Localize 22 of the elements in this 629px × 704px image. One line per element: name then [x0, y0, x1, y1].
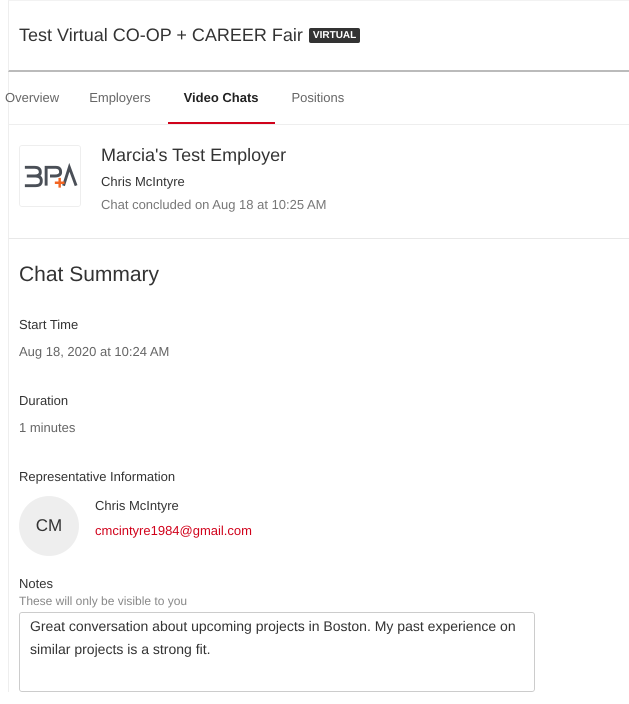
avatar: CM [19, 496, 79, 556]
event-title: Test Virtual CO-OP + CAREER Fair [19, 25, 303, 46]
employer-logo [19, 145, 81, 207]
chat-status: Chat concluded on Aug 18 at 10:25 AM [101, 197, 327, 212]
virtual-badge: VIRTUAL [308, 28, 360, 43]
field-label: Duration [19, 393, 70, 408]
field-label: Representative Information [19, 469, 176, 484]
tab[interactable]: Employers [76, 72, 164, 124]
email-link[interactable]: cmcintyre1984@gmail.com [95, 523, 252, 538]
field-label: Start Time [19, 317, 80, 332]
notes-field[interactable]: Great conversation about upcoming projects in Boston. My past experience on similar projects is a strong fit. [19, 612, 535, 692]
section-heading: Chat Summary [19, 263, 160, 287]
tab[interactable]: Overview [0, 72, 72, 124]
field-label: Notes [19, 576, 53, 591]
field-value: 1 minutes [19, 420, 76, 435]
employer-name: Marcia's Test Employer [101, 145, 288, 166]
representative-name: Chris McIntyre [101, 174, 186, 189]
tab[interactable]: Video Chats [168, 72, 274, 124]
field-hint: These will only be visible to you [19, 594, 188, 608]
field-value: Aug 18, 2020 at 10:24 AM [19, 344, 170, 359]
tab[interactable]: Positions [278, 72, 358, 124]
representative-name: Chris McIntyre [95, 498, 180, 513]
